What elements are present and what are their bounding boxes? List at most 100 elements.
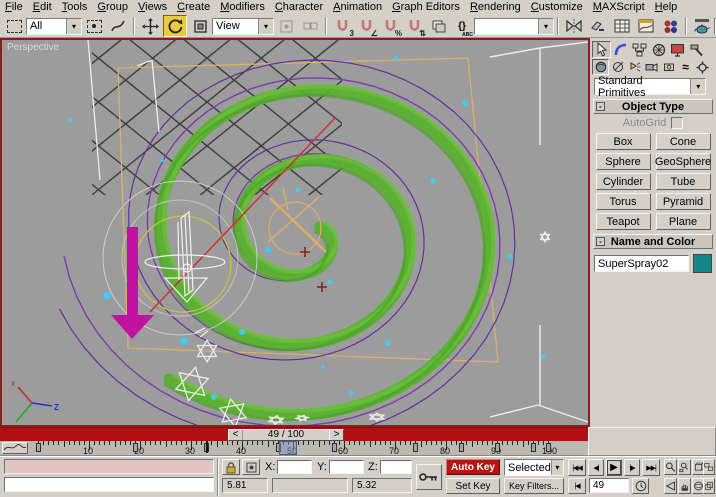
menu-graph-editors[interactable]: Graph Editors: [387, 1, 465, 14]
min-max-toggle-button[interactable]: [703, 478, 715, 494]
coordinate-y-field[interactable]: [329, 460, 364, 474]
mirror-icon[interactable]: [563, 16, 585, 36]
current-frame-indicator[interactable]: [279, 441, 297, 455]
chevron-down-icon[interactable]: ▾: [551, 460, 563, 475]
chevron-down-icon[interactable]: ▾: [690, 79, 705, 94]
object-name-field[interactable]: SuperSpray02: [594, 255, 689, 272]
keyframe-marker[interactable]: [332, 443, 337, 452]
maxscript-mini-listener-white[interactable]: [4, 477, 214, 492]
selection-filter-combo[interactable]: All ▾: [26, 18, 82, 35]
menu-group[interactable]: Group: [92, 1, 133, 14]
maxscript-mini-listener-pink[interactable]: [4, 459, 214, 474]
previous-frame-button[interactable]: ◀|: [588, 459, 604, 476]
select-and-move-icon[interactable]: [139, 16, 161, 36]
menu-maxscript[interactable]: MAXScript: [588, 1, 650, 14]
tab-create[interactable]: [592, 41, 611, 58]
previous-frame-arrow[interactable]: <: [229, 430, 243, 440]
material-editor-icon[interactable]: [659, 16, 681, 36]
sphere-button[interactable]: Sphere: [596, 153, 651, 170]
viewport-perspective[interactable]: Perspective: [0, 38, 590, 427]
tab-display[interactable]: [668, 41, 687, 58]
key-mode-toggle[interactable]: |◀: [568, 478, 586, 494]
zoom-extents-all-button[interactable]: [703, 459, 715, 475]
torus-button[interactable]: Torus: [596, 193, 651, 210]
selection-lock-toggle[interactable]: [222, 459, 240, 475]
time-slider-track[interactable]: < 49 / 100 >: [0, 427, 588, 441]
next-frame-button[interactable]: |▶: [624, 459, 640, 476]
primitives-dropdown[interactable]: Standard Primitives ▾: [594, 78, 706, 95]
cone-button[interactable]: Cone: [656, 133, 711, 150]
category-space-warps[interactable]: ≈: [677, 59, 694, 75]
cylinder-button[interactable]: Cylinder: [596, 173, 651, 190]
geosphere-button[interactable]: GeoSphere: [656, 153, 711, 170]
keyframe-marker[interactable]: [495, 443, 500, 452]
plane-button[interactable]: Plane: [656, 213, 711, 230]
autogrid-checkbox[interactable]: [671, 117, 683, 129]
zoom-all-button[interactable]: [678, 459, 691, 475]
menu-create[interactable]: Create: [172, 1, 215, 14]
edit-named-selections-icon[interactable]: [427, 16, 449, 36]
align-icon[interactable]: [587, 16, 609, 36]
chevron-down-icon[interactable]: ▾: [538, 19, 553, 34]
angle-snap-icon[interactable]: ∠: [355, 16, 377, 36]
pan-button[interactable]: [678, 478, 691, 494]
set-key-button[interactable]: Set Key: [446, 478, 500, 494]
selection-region-icon[interactable]: [3, 16, 25, 36]
tab-motion[interactable]: [649, 41, 668, 58]
category-lights[interactable]: [626, 59, 643, 75]
select-and-rotate-icon[interactable]: [163, 15, 187, 37]
category-systems[interactable]: [694, 59, 711, 75]
menu-character[interactable]: Character: [270, 1, 328, 14]
object-type-rollout-header[interactable]: - Object Type: [593, 99, 713, 114]
render-setup-icon[interactable]: [691, 16, 713, 36]
teapot-button[interactable]: Teapot: [596, 213, 651, 230]
auto-key-button[interactable]: Auto Key: [446, 459, 500, 475]
time-slider[interactable]: < 49 / 100 >: [228, 429, 344, 441]
keyframe-marker[interactable]: [531, 443, 536, 452]
set-keys-button[interactable]: [416, 464, 442, 490]
coordinate-z-field[interactable]: [380, 460, 412, 474]
keyframe-marker[interactable]: [133, 443, 138, 452]
category-geometry[interactable]: [592, 59, 609, 75]
viewport-label[interactable]: Perspective: [7, 42, 59, 53]
percent-snap-icon[interactable]: %: [379, 16, 401, 36]
zoom-button[interactable]: [664, 459, 677, 475]
open-mini-curve-editor-icon[interactable]: [2, 442, 28, 454]
menu-tools[interactable]: Tools: [57, 1, 93, 14]
key-filters-button[interactable]: Key Filters...: [504, 478, 564, 494]
chevron-down-icon[interactable]: ▾: [66, 19, 81, 34]
keyframe-marker[interactable]: [459, 443, 464, 452]
name-color-rollout-header[interactable]: - Name and Color: [593, 234, 713, 249]
menu-views[interactable]: Views: [133, 1, 172, 14]
tube-button[interactable]: Tube: [656, 173, 711, 190]
layer-manager-icon[interactable]: [611, 16, 633, 36]
select-and-manipulate-icon[interactable]: [107, 16, 129, 36]
tab-utilities[interactable]: [687, 41, 706, 58]
spinner-snap-icon[interactable]: ⇅: [403, 16, 425, 36]
go-to-end-button[interactable]: ▶▶|: [642, 459, 660, 476]
go-to-start-button[interactable]: |◀◀: [568, 459, 586, 476]
track-bar[interactable]: 102030405060708090100: [0, 441, 588, 456]
keyframe-marker[interactable]: [36, 443, 41, 452]
time-configuration-button[interactable]: [632, 478, 649, 494]
absolute-offset-toggle[interactable]: [242, 459, 260, 475]
menu-modifiers[interactable]: Modifiers: [215, 1, 270, 14]
menu-rendering[interactable]: Rendering: [465, 1, 526, 14]
use-pivot-center-icon[interactable]: [275, 16, 297, 36]
use-selection-center-icon[interactable]: [299, 16, 321, 36]
field-of-view-button[interactable]: [664, 478, 677, 494]
play-button[interactable]: ▶: [606, 459, 622, 476]
snap-toggle-3d-icon[interactable]: 3: [331, 16, 353, 36]
chevron-down-icon[interactable]: ▾: [258, 19, 273, 34]
pyramid-button[interactable]: Pyramid: [656, 193, 711, 210]
curve-editor-icon[interactable]: [635, 16, 657, 36]
menu-help[interactable]: Help: [650, 1, 683, 14]
category-cameras[interactable]: [643, 59, 660, 75]
tab-hierarchy[interactable]: [630, 41, 649, 58]
select-by-region-icon[interactable]: [83, 16, 105, 36]
keyframe-marker[interactable]: [413, 443, 418, 452]
tab-modify[interactable]: [611, 41, 630, 58]
reference-coordinate-combo[interactable]: View ▾: [212, 18, 274, 35]
key-filter-selected-combo[interactable]: Selected ▾: [504, 459, 564, 476]
keyframe-marker[interactable]: [546, 443, 551, 452]
